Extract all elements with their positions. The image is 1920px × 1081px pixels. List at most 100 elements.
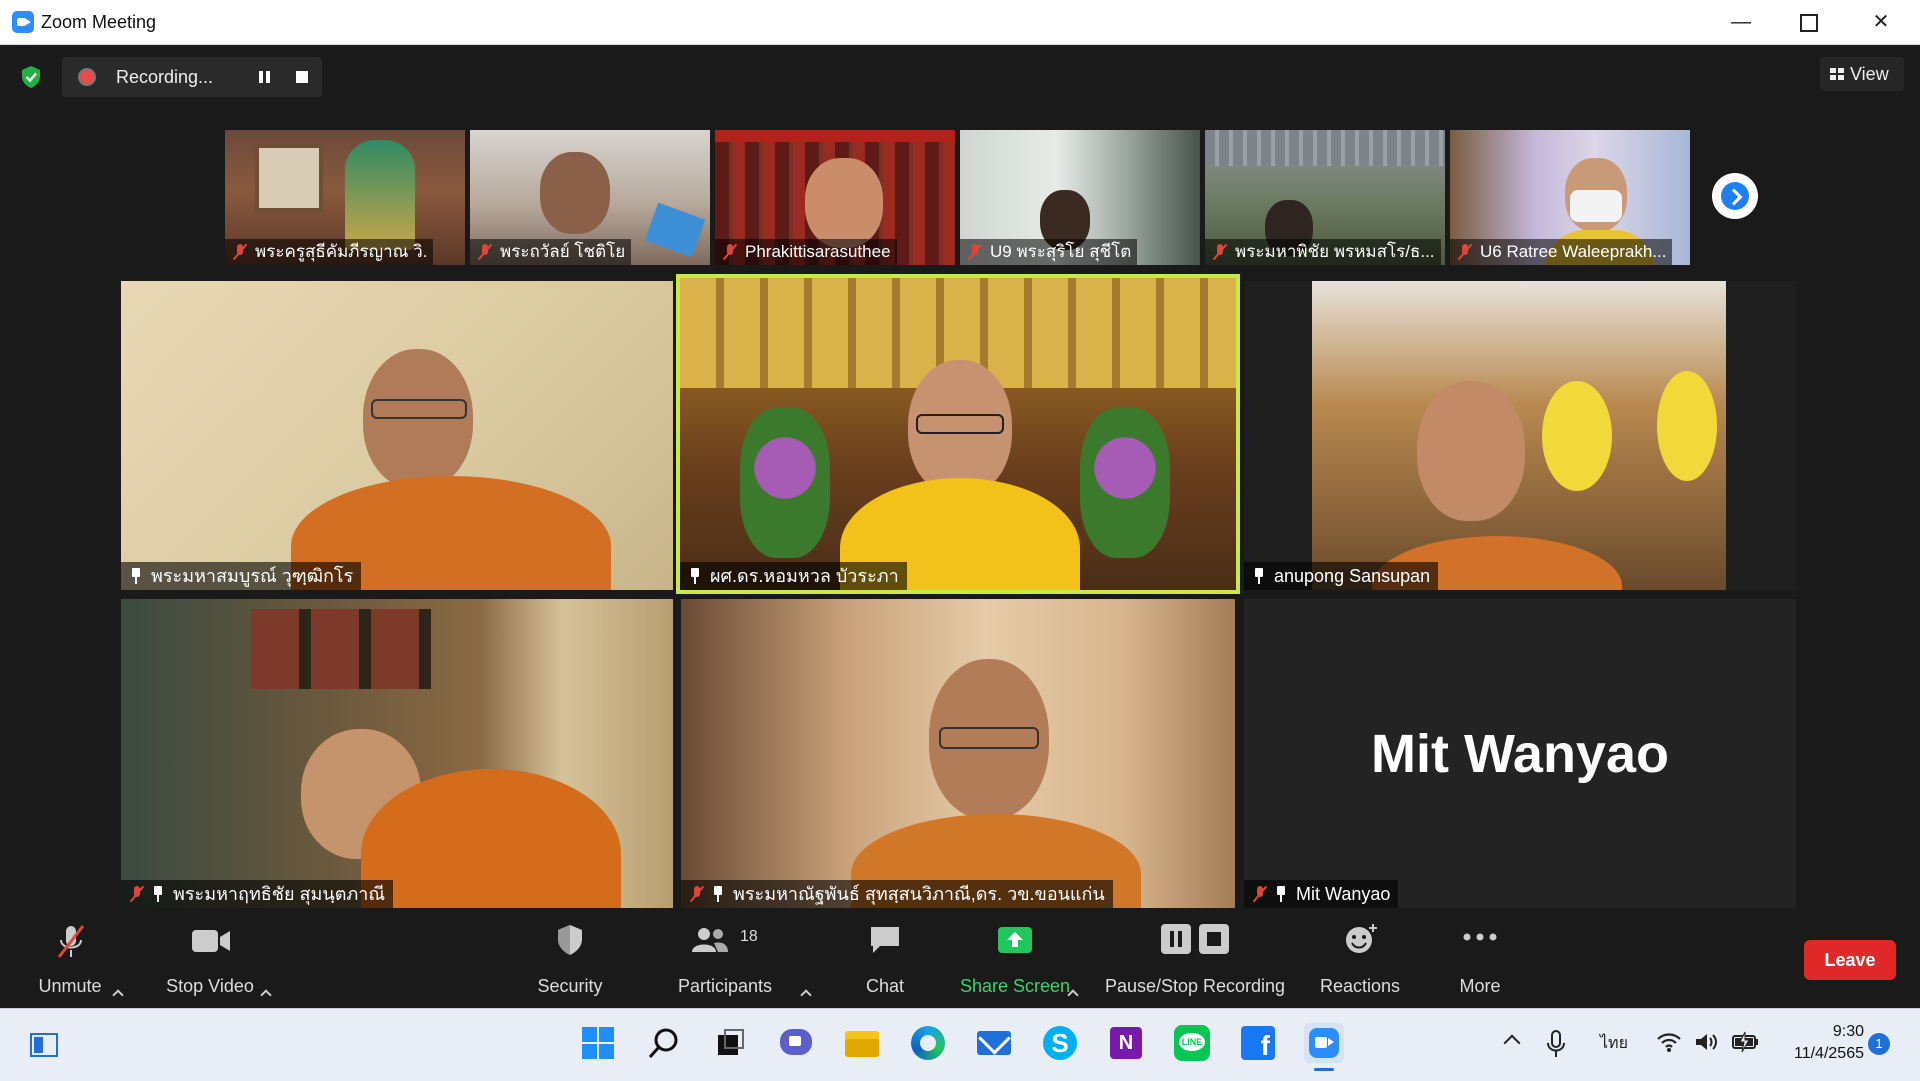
minimize-button[interactable]: — xyxy=(1718,7,1764,37)
battery-charging-icon[interactable] xyxy=(1732,1031,1760,1053)
video-options-caret[interactable] xyxy=(260,988,270,998)
video-camera-icon xyxy=(192,930,230,952)
task-view-icon[interactable] xyxy=(710,1023,750,1063)
pin-icon xyxy=(1254,568,1264,584)
participant-tile[interactable]: พระมหาณัฐพันธ์ สุทสฺสนวิภาณี,ดร. วข.ขอนแ… xyxy=(681,599,1235,908)
participant-face xyxy=(540,152,610,234)
security-button[interactable]: Security xyxy=(520,918,620,1008)
mic-muted-icon xyxy=(1213,244,1227,260)
chat-label: Chat xyxy=(865,976,905,996)
audio-options-caret[interactable] xyxy=(112,988,122,998)
reactions-button[interactable]: Reactions xyxy=(1310,918,1410,1008)
windows-taskbar: S N LINE f ไทย 9:30 11/4/2565 1 xyxy=(0,1008,1920,1081)
maximize-icon xyxy=(1800,13,1818,32)
participant-thumbnail[interactable]: พระถวัลย์ โชติโย xyxy=(470,130,710,265)
stop-recording-button[interactable] xyxy=(287,66,317,88)
mic-muted-icon xyxy=(1254,886,1266,902)
participant-face xyxy=(805,158,883,248)
leave-button[interactable]: Leave xyxy=(1804,940,1896,980)
share-options-caret[interactable] xyxy=(1067,988,1077,998)
volume-icon[interactable] xyxy=(1694,1031,1720,1053)
glasses xyxy=(916,414,1004,434)
wifi-icon[interactable] xyxy=(1656,1031,1682,1053)
next-page-button[interactable] xyxy=(1712,173,1758,219)
share-screen-button[interactable]: Share Screen xyxy=(955,918,1075,1008)
chat-button[interactable]: Chat xyxy=(840,918,930,1008)
participants-button[interactable]: 18 Participants xyxy=(670,918,780,1008)
emoji-add-icon xyxy=(1346,924,1377,953)
video-frame xyxy=(1312,281,1726,590)
more-label: More xyxy=(1459,976,1501,996)
widgets-pane xyxy=(34,1037,43,1053)
system-clock[interactable]: 9:30 11/4/2565 xyxy=(1768,1021,1864,1065)
share-screen-icon xyxy=(998,927,1032,953)
maximize-button[interactable] xyxy=(1786,7,1832,37)
widgets-icon[interactable] xyxy=(30,1033,58,1057)
window-titlebar: Zoom Meeting — ✕ xyxy=(0,0,1920,45)
file-explorer-icon[interactable] xyxy=(842,1023,882,1063)
participant-tile-no-video[interactable]: Mit Wanyao Mit Wanyao xyxy=(1244,599,1796,908)
shield-icon xyxy=(558,925,582,955)
clock-time: 9:30 xyxy=(1832,1023,1864,1040)
teams-chat-icon[interactable] xyxy=(776,1023,816,1063)
roof xyxy=(1205,130,1445,166)
skype-icon[interactable]: S xyxy=(1040,1023,1080,1063)
mic-muted-icon xyxy=(478,244,492,260)
input-language[interactable]: ไทย xyxy=(1600,1031,1628,1056)
mail-icon[interactable] xyxy=(974,1022,1014,1063)
participants-count: 18 xyxy=(740,928,758,945)
search-icon[interactable] xyxy=(644,1023,684,1063)
glasses xyxy=(371,399,467,419)
mic-muted-icon xyxy=(691,886,703,902)
microphone-icon[interactable] xyxy=(1546,1029,1566,1059)
view-button[interactable]: View xyxy=(1820,57,1904,91)
wall-pictures xyxy=(251,609,431,689)
pause-stop-icon xyxy=(1161,924,1229,954)
shrine-decoration xyxy=(345,140,415,250)
participant-tile[interactable]: พระมหาสมบูรณ์ วุฑฺฒิกโร xyxy=(121,281,673,590)
reactions-label: Reactions xyxy=(1319,976,1401,996)
pin-icon xyxy=(1276,886,1286,902)
participant-tile[interactable]: anupong Sansupan xyxy=(1244,281,1796,590)
participant-thumbnail[interactable]: Phrakittisarasuthee xyxy=(715,130,955,265)
participant-thumbnail[interactable]: พระครูสุธีคัมภีรญาณ วิ. xyxy=(225,130,465,265)
line-app-icon[interactable]: LINE xyxy=(1172,1023,1212,1063)
more-button[interactable]: More xyxy=(1430,918,1530,1008)
zoom-taskbar-icon[interactable] xyxy=(1304,1023,1344,1071)
tile-name: ผศ.ดร.หอมหวล บัวระภา xyxy=(680,562,907,590)
window-title: Zoom Meeting xyxy=(41,12,157,32)
pin-icon xyxy=(690,568,700,584)
participant-thumbnail[interactable]: U9 พระสุริโย สุชีโต xyxy=(960,130,1200,265)
participants-label: Participants xyxy=(677,976,773,996)
yellow-decoration xyxy=(1542,381,1612,491)
pin-icon xyxy=(131,568,141,584)
participant-tile[interactable]: ผศ.ดร.หอมหวล บัวระภา xyxy=(680,278,1236,590)
thumbnail-name: U9 พระสุริโย สุชีโต xyxy=(960,239,1138,265)
pause-recording-button[interactable] xyxy=(249,66,279,88)
shield-check-icon[interactable] xyxy=(20,65,42,89)
pause-stop-recording-button[interactable]: Pause/Stop Recording xyxy=(1100,918,1290,1008)
start-button[interactable] xyxy=(578,1023,618,1063)
mic-muted-icon xyxy=(1458,244,1472,260)
zoom-app-icon xyxy=(12,11,34,33)
meeting-area: Recording... View พระครูสุธีคัมภีรญาณ วิ… xyxy=(0,45,1920,1008)
unmute-button[interactable]: Unmute xyxy=(20,918,120,1008)
security-label: Security xyxy=(537,976,603,996)
stop-video-button[interactable]: Stop Video xyxy=(155,918,265,1008)
notification-badge[interactable]: 1 xyxy=(1868,1033,1890,1055)
participant-tile[interactable]: พระมหาฤทธิชัย สุมนฺตภาณี xyxy=(121,599,673,908)
facebook-icon[interactable]: f xyxy=(1238,1023,1278,1063)
blue-object xyxy=(644,202,706,258)
pause-stop-recording-label: Pause/Stop Recording xyxy=(1104,976,1286,996)
participant-face xyxy=(1417,381,1525,521)
participant-thumbnail[interactable]: U6 Ratree Waleeprakh... xyxy=(1450,130,1690,265)
unmute-label: Unmute xyxy=(38,976,102,996)
thumbnail-name: พระถวัลย์ โชติโย xyxy=(470,239,632,265)
portrait-frame xyxy=(255,144,323,212)
participant-thumbnail[interactable]: พระมหาพิชัย พรหมสโร/ธ... xyxy=(1205,130,1445,265)
participants-options-caret[interactable] xyxy=(800,988,810,998)
onenote-icon[interactable]: N xyxy=(1106,1023,1146,1063)
close-button[interactable]: ✕ xyxy=(1858,7,1904,37)
show-hidden-icons-chevron[interactable] xyxy=(1503,1031,1521,1052)
edge-browser-icon[interactable] xyxy=(908,1023,948,1063)
